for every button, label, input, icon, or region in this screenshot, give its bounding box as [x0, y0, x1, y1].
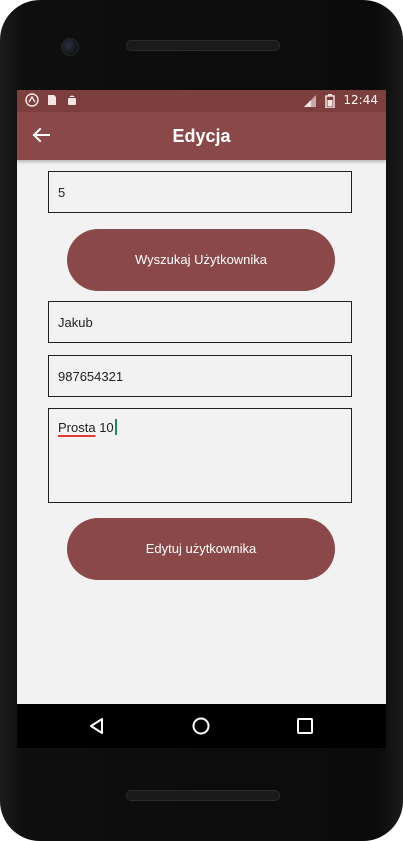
front-camera — [61, 38, 79, 56]
android-icon — [65, 93, 79, 107]
name-field[interactable]: Jakub — [48, 301, 352, 343]
address-value-rest: 10 — [95, 420, 114, 435]
edit-user-button[interactable]: Edytuj użytkownika — [67, 518, 335, 580]
phone-value: 987654321 — [58, 369, 124, 384]
bottom-speaker — [126, 790, 280, 801]
address-field[interactable]: Prosta 10 — [48, 408, 352, 503]
battery-icon — [323, 93, 337, 109]
navigation-bar — [17, 704, 386, 748]
status-bar: 12:44 — [17, 90, 386, 112]
home-circle-icon[interactable] — [191, 716, 211, 736]
address-word-misspelled: Prosta — [58, 420, 96, 435]
user-id-field[interactable]: 5 — [48, 171, 352, 213]
clock: 12:44 — [343, 93, 378, 107]
signal-icon — [303, 94, 317, 108]
app-bar: Edycja — [17, 112, 386, 160]
name-value: Jakub — [58, 315, 93, 330]
recents-square-icon[interactable] — [295, 716, 315, 736]
text-cursor — [114, 419, 117, 435]
sim-icon — [45, 93, 59, 107]
app-icon — [25, 93, 39, 107]
earpiece-speaker — [126, 40, 280, 51]
phone-field[interactable]: 987654321 — [48, 355, 352, 397]
app-screen: 12:44 Edycja 5 Wyszukaj Użytkownika Jaku… — [17, 90, 386, 704]
back-triangle-icon[interactable] — [87, 716, 107, 736]
search-user-button[interactable]: Wyszukaj Użytkownika — [67, 229, 335, 291]
user-id-value: 5 — [58, 185, 66, 200]
page-title: Edycja — [172, 126, 231, 146]
phone-frame: 12:44 Edycja 5 Wyszukaj Użytkownika Jaku… — [0, 0, 403, 841]
